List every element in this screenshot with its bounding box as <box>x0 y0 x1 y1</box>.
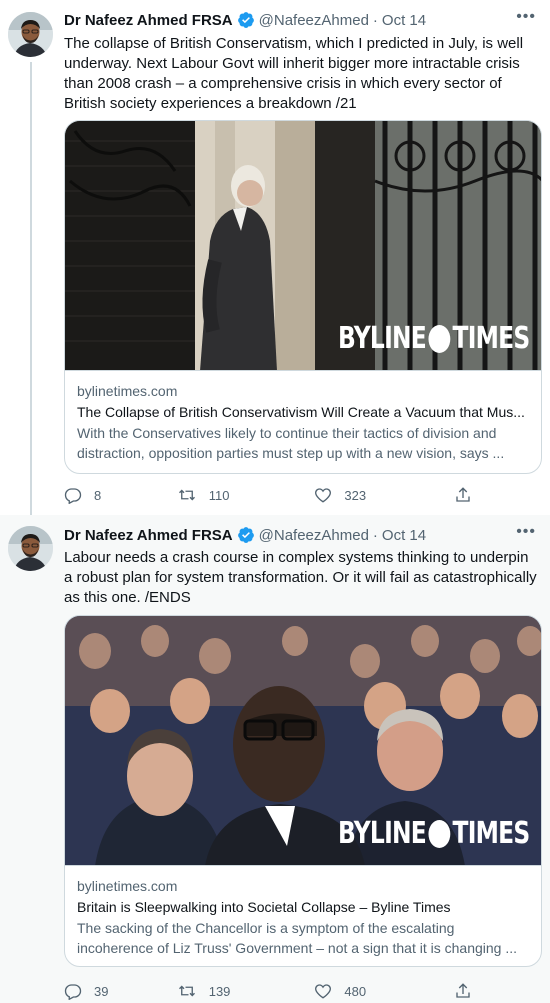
share-icon <box>456 487 470 502</box>
reply-button[interactable]: 8 <box>64 486 177 504</box>
reply-count: 8 <box>94 487 102 503</box>
share-icon <box>456 983 470 998</box>
byline-times-logo: BYLINE TIMES <box>337 321 530 356</box>
link-card[interactable]: BYLINE TIMES bylinetimes.com Britain is S… <box>64 615 542 967</box>
reply-count: 39 <box>94 983 109 999</box>
separator-dot: · <box>372 11 378 29</box>
separator-dot: · <box>372 526 378 544</box>
link-card[interactable]: BYLINE TIMES bylinetimes.com The Collapse… <box>64 120 542 474</box>
card-description: With the Conservatives likely to continu… <box>77 425 505 461</box>
author-handle[interactable]: @NafeezAhmed <box>259 527 369 544</box>
verified-badge-icon <box>237 526 255 544</box>
tweet-header: Dr Nafeez Ahmed FRSA @NafeezAhmed · Oct … <box>64 11 426 29</box>
tweet-2[interactable]: Dr Nafeez Ahmed FRSA @NafeezAhmed · Oct … <box>0 515 550 1003</box>
author-name[interactable]: Dr Nafeez Ahmed FRSA <box>64 12 233 29</box>
more-icon[interactable]: ••• <box>516 8 536 26</box>
like-count: 323 <box>344 487 367 503</box>
verified-badge-icon <box>237 11 255 29</box>
more-icon[interactable]: ••• <box>516 523 536 541</box>
tweet-actions: 8 110 323 <box>64 486 484 504</box>
tweet-actions: 39 139 480 <box>64 982 484 1000</box>
retweet-icon <box>178 985 195 997</box>
tweet-1[interactable]: Dr Nafeez Ahmed FRSA @NafeezAhmed · Oct … <box>0 0 550 515</box>
avatar[interactable] <box>8 12 53 57</box>
retweet-button[interactable]: 139 <box>177 982 315 1000</box>
tweet-text: Labour needs a crash course in complex s… <box>64 549 537 606</box>
tweet-date[interactable]: Oct 14 <box>382 12 426 29</box>
avatar[interactable] <box>8 526 53 571</box>
like-icon <box>315 984 332 999</box>
thread-connector-line <box>30 62 32 515</box>
reply-icon <box>64 488 82 504</box>
like-button[interactable]: 323 <box>314 486 454 504</box>
tweet-date[interactable]: Oct 14 <box>382 527 426 544</box>
like-icon <box>315 488 332 503</box>
card-domain: bylinetimes.com <box>77 878 178 894</box>
byline-times-logo: BYLINE TIMES <box>337 816 530 851</box>
retweet-icon <box>178 489 195 501</box>
reply-icon <box>64 984 82 1000</box>
reply-button[interactable]: 39 <box>64 982 177 1000</box>
tweet-text: The collapse of British Conservatism, wh… <box>64 35 524 112</box>
retweet-count: 110 <box>208 487 230 503</box>
card-domain: bylinetimes.com <box>77 383 178 399</box>
author-handle[interactable]: @NafeezAhmed <box>259 12 369 29</box>
tweet-header: Dr Nafeez Ahmed FRSA @NafeezAhmed · Oct … <box>64 526 426 544</box>
card-image: BYLINE TIMES <box>65 616 541 866</box>
card-title: Britain is Sleepwalking into Societal Co… <box>77 899 451 915</box>
like-button[interactable]: 480 <box>314 982 454 1000</box>
retweet-button[interactable]: 110 <box>177 486 315 504</box>
share-button[interactable] <box>454 982 484 1000</box>
card-description: The sacking of the Chancellor is a sympt… <box>77 920 518 956</box>
retweet-count: 139 <box>208 983 231 999</box>
card-title: The Collapse of British Conservativism W… <box>77 404 525 420</box>
share-button[interactable] <box>454 486 484 504</box>
card-image: BYLINE TIMES <box>65 121 541 371</box>
author-name[interactable]: Dr Nafeez Ahmed FRSA <box>64 527 233 544</box>
like-count: 480 <box>344 983 367 999</box>
